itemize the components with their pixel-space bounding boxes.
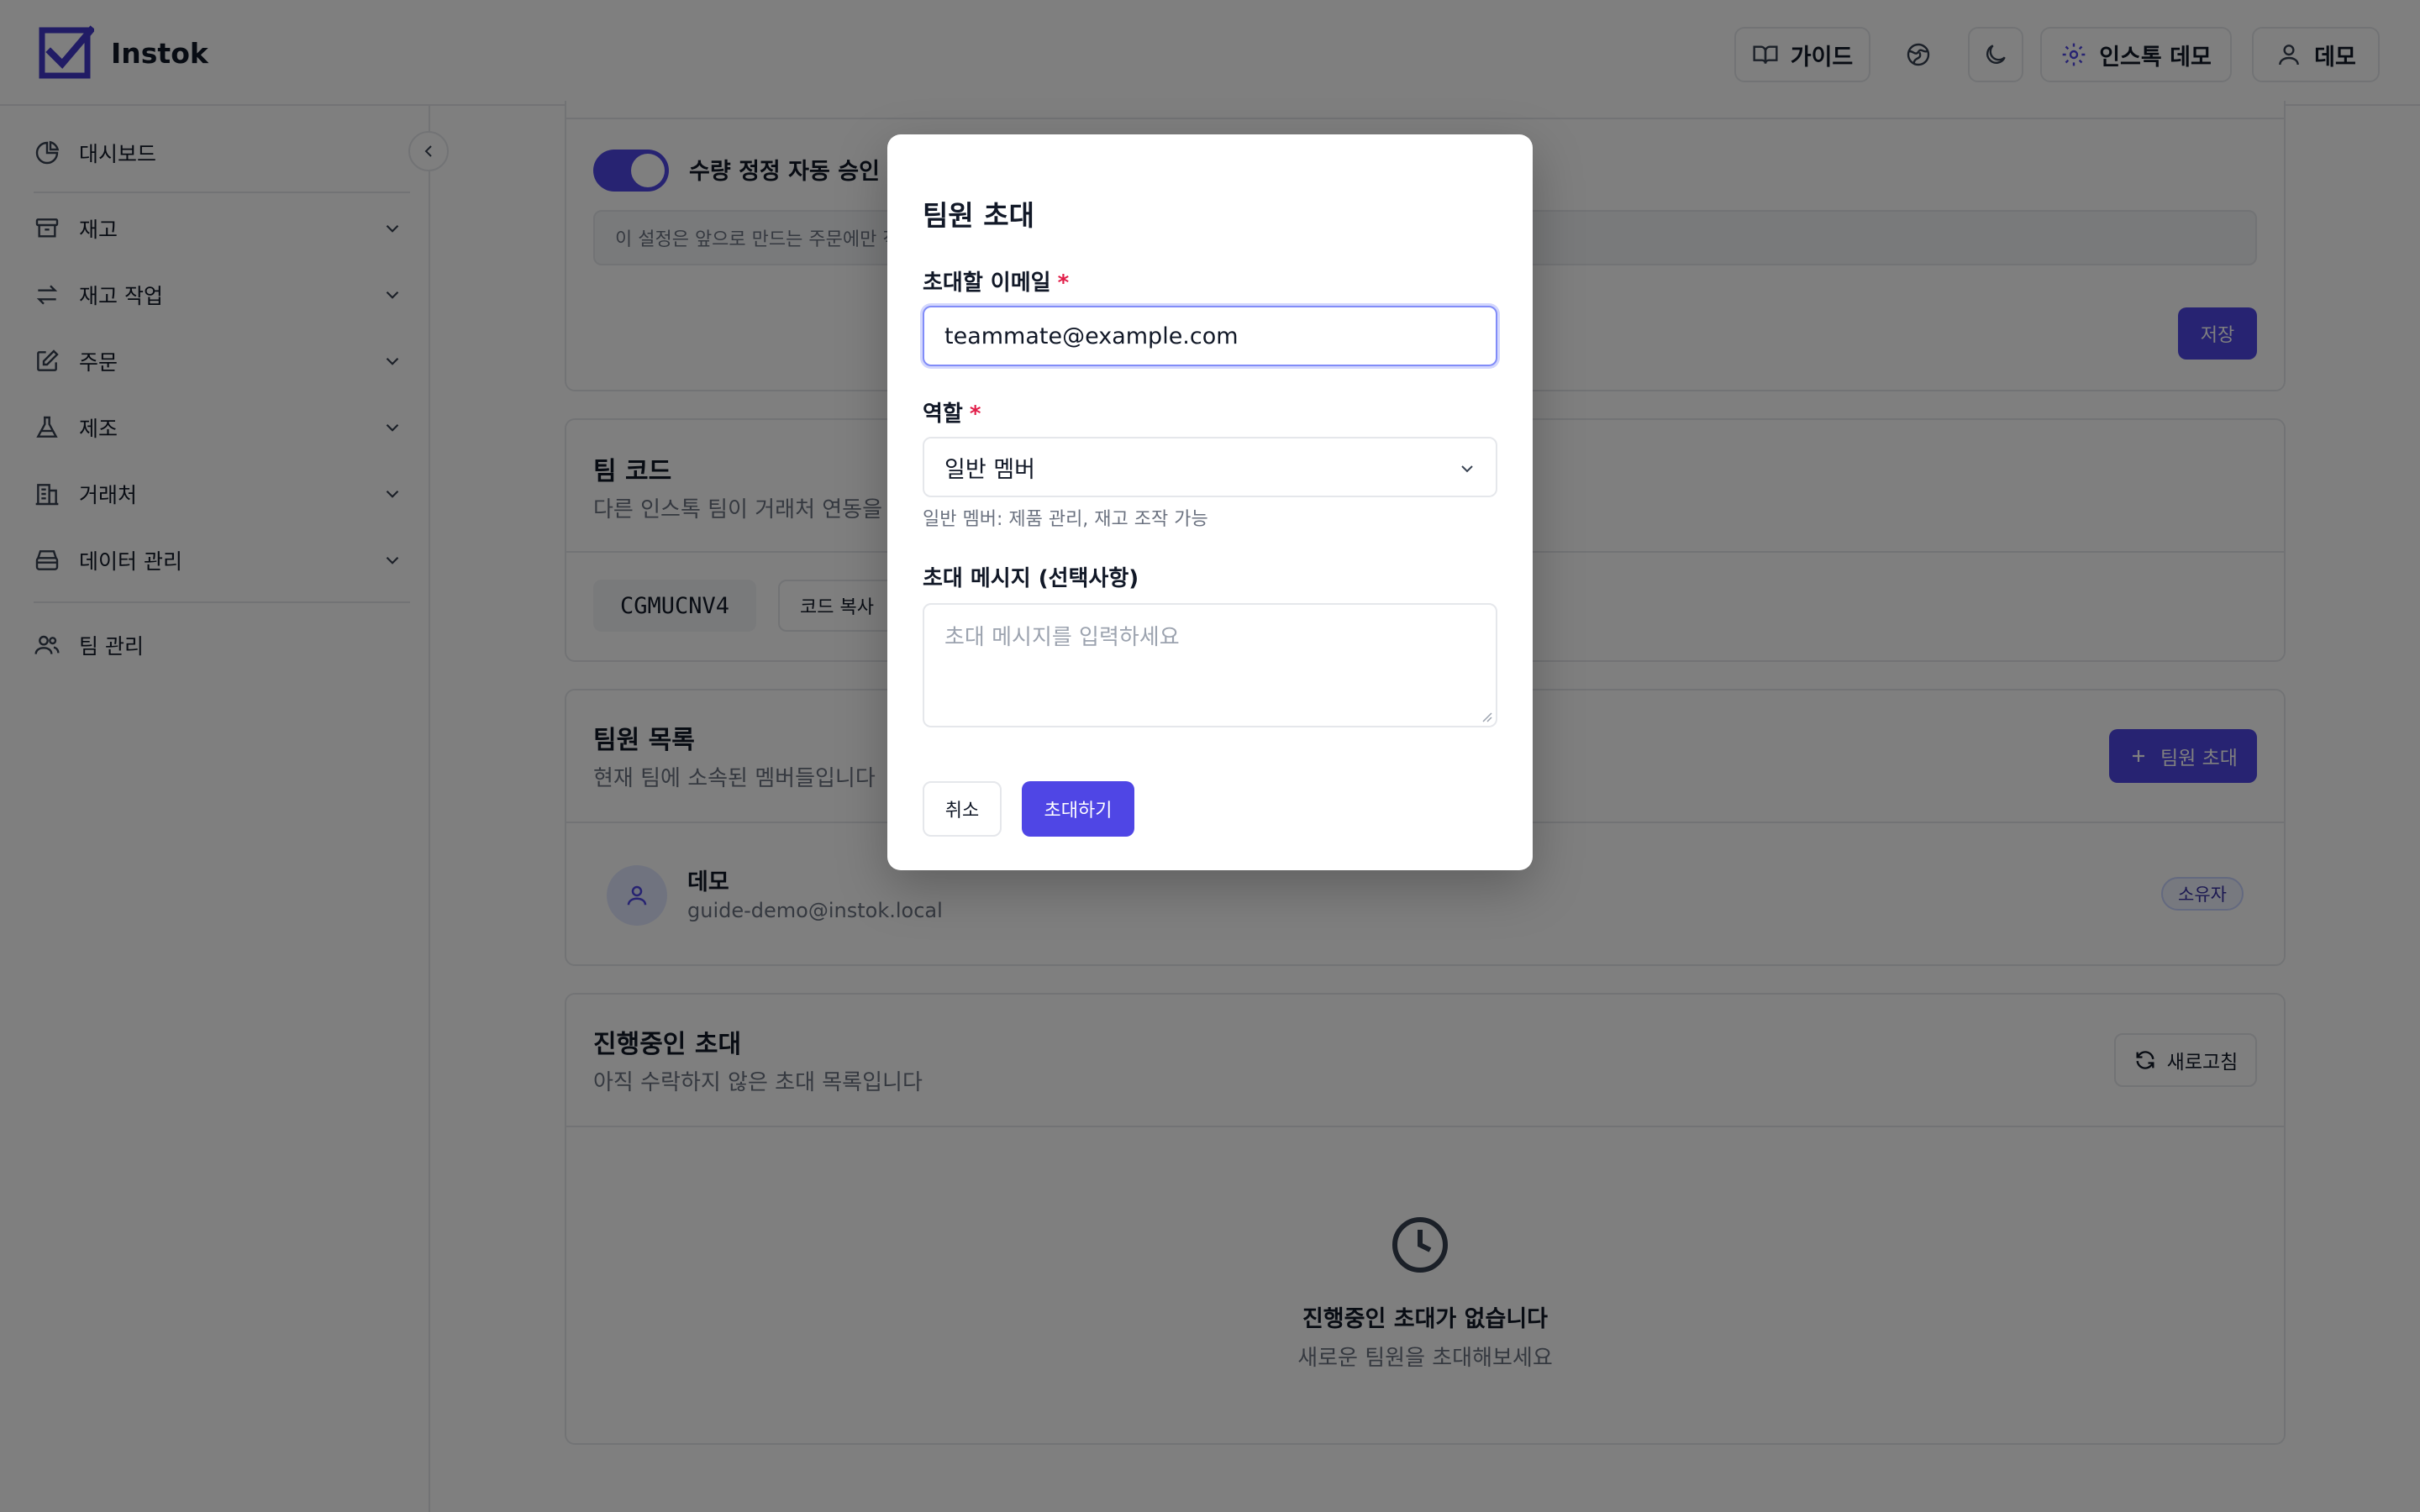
cancel-button[interactable]: 취소 (923, 781, 1002, 837)
message-placeholder: 초대 메시지를 입력하세요 (944, 625, 1180, 650)
role-select[interactable]: 일반 멤버 (923, 437, 1497, 497)
email-value: teammate@example.com (944, 323, 1239, 349)
required-mark: * (969, 402, 981, 427)
dialog-title: 팀원 초대 (923, 199, 1034, 232)
chevron-down-icon (1461, 465, 1473, 473)
email-label: 초대할 이메일 * (923, 270, 1070, 296)
required-mark: * (1057, 270, 1070, 296)
role-hint: 일반 멤버: 제품 관리, 재고 조작 가능 (923, 509, 1208, 530)
submit-invite-button[interactable]: 초대하기 (1022, 781, 1134, 837)
invite-member-dialog: 팀원 초대 초대할 이메일 * teammate@example.com 역할 * … (887, 134, 1533, 870)
role-label: 역할 * (923, 402, 981, 427)
message-label: 초대 메시지 (선택사항) (923, 566, 1139, 591)
resize-handle-icon[interactable] (1479, 709, 1492, 722)
message-textarea[interactable]: 초대 메시지를 입력하세요 (923, 603, 1497, 727)
role-value: 일반 멤버 (944, 456, 1035, 483)
email-field[interactable]: teammate@example.com (923, 306, 1497, 366)
